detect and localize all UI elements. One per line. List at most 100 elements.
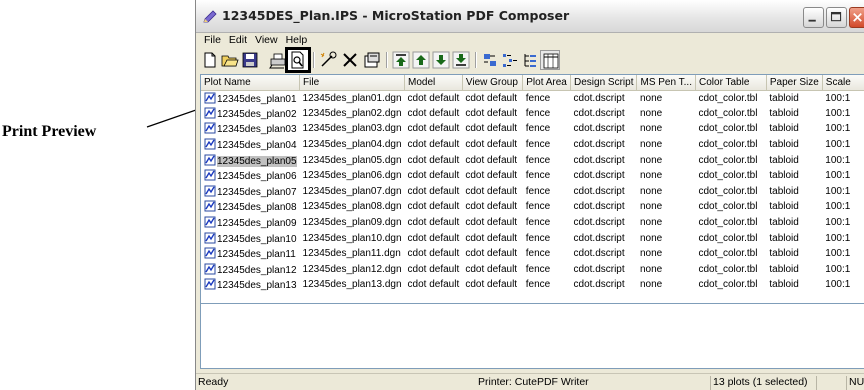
table-cell: cdot default	[465, 123, 518, 135]
move-down-button[interactable]	[431, 50, 451, 70]
table-cell: cdot.dscript	[573, 263, 625, 275]
column-header[interactable]: Model	[404, 75, 463, 91]
column-header[interactable]: Paper Size	[766, 75, 823, 91]
add-plots-button[interactable]	[318, 50, 338, 70]
table-row[interactable]: 12345des_plan01 12345des_plan01.dgn cdot d…	[201, 90, 864, 106]
plot-name-text: 12345des_plan13	[217, 280, 297, 292]
table-cell: cdot default	[407, 232, 460, 244]
close-button[interactable]	[849, 7, 864, 28]
plot-name-text: 12345des_plan03	[217, 124, 297, 136]
table-cell: cdot default	[465, 107, 518, 119]
print-preview-callout-label: Print Preview	[2, 123, 97, 140]
table-cell: cdot default	[465, 92, 518, 104]
table-cell: cdot_color.tbl	[698, 170, 758, 182]
table-row[interactable]: 12345des_plan07 12345des_plan07.dgn cdot d…	[201, 184, 864, 200]
print-preview-button[interactable]	[285, 47, 311, 73]
menu-help[interactable]: Help	[282, 33, 312, 49]
move-top-button[interactable]	[391, 50, 411, 70]
column-header[interactable]: File	[299, 75, 406, 91]
add-plots-icon	[320, 51, 337, 67]
table-row[interactable]: 12345des_plan08 12345des_plan08.dgn cdot d…	[201, 199, 864, 215]
table-cell: fence	[525, 263, 551, 275]
table-row[interactable]: 12345des_plan02 12345des_plan02.dgn cdot d…	[201, 106, 864, 122]
table-cell: fence	[525, 154, 551, 166]
tree-view-button[interactable]	[520, 50, 540, 70]
table-cell: cdot default	[465, 185, 518, 197]
delete-icon	[343, 53, 357, 67]
plot-name-text: 12345des_plan11	[217, 249, 296, 261]
table-cell: none	[639, 170, 663, 182]
move-up-button[interactable]	[411, 50, 431, 70]
minimize-button[interactable]	[803, 7, 824, 28]
output-pane[interactable]	[200, 303, 864, 369]
plot-name-text: 12345des_plan01	[217, 93, 297, 105]
menu-bar: File Edit View Help	[196, 33, 864, 49]
table-cell: cdot.dscript	[573, 154, 625, 166]
table-cell: 100:1	[825, 92, 851, 104]
plot-name-cell: 12345des_plan03	[201, 121, 300, 137]
table-cell: 12345des_plan05.dgn	[302, 154, 402, 166]
table-row[interactable]: 12345des_plan13 12345des_plan13.dgn cdot d…	[201, 277, 864, 293]
table-cell: 100:1	[825, 170, 851, 182]
table-cell: cdot.dscript	[573, 185, 625, 197]
plot-name-text: 12345des_plan09	[217, 218, 297, 230]
table-row[interactable]: 12345des_plan10 12345des_plan10.dgn cdot d…	[201, 230, 864, 246]
plot-file-icon	[204, 122, 216, 134]
table-row[interactable]: 12345des_plan09 12345des_plan09.dgn cdot d…	[201, 215, 864, 231]
menu-edit[interactable]: Edit	[225, 33, 251, 49]
list-view-button[interactable]	[500, 50, 520, 70]
menu-file[interactable]: File	[200, 33, 225, 49]
table-row[interactable]: 12345des_plan04 12345des_plan04.dgn cdot d…	[201, 137, 864, 153]
table-row[interactable]: 12345des_plan11 12345des_plan11.dgn cdot d…	[201, 246, 864, 262]
table-row[interactable]: 12345des_plan03 12345des_plan03.dgn cdot d…	[201, 121, 864, 137]
plot-file-icon	[204, 92, 216, 104]
column-header[interactable]: Scale	[822, 75, 864, 91]
table-cell: none	[639, 154, 663, 166]
table-cell: fence	[525, 92, 551, 104]
table-cell: cdot default	[407, 248, 460, 260]
print-button[interactable]	[268, 50, 288, 70]
column-header[interactable]: Design Script	[570, 75, 638, 91]
plot-name-cell: 12345des_plan12	[201, 262, 300, 278]
plot-name-cell: 12345des_plan01	[201, 90, 300, 106]
menu-view[interactable]: View	[251, 33, 282, 49]
column-header[interactable]: View Group	[462, 75, 524, 91]
table-cell: none	[639, 263, 663, 275]
new-button[interactable]	[200, 50, 220, 70]
large-icons-button[interactable]	[480, 50, 500, 70]
details-view-button[interactable]	[540, 50, 560, 70]
move-bottom-button[interactable]	[451, 50, 471, 70]
title-bar[interactable]: 12345DES_Plan.IPS - MicroStation PDF Com…	[196, 0, 864, 33]
table-cell: tabloid	[769, 154, 799, 166]
toolbar	[196, 47, 864, 73]
table-row[interactable]: 12345des_plan05 12345des_plan05.dgn cdot d…	[201, 152, 864, 168]
delete-button[interactable]	[340, 50, 360, 70]
column-header[interactable]: MS Pen T...	[636, 75, 696, 91]
pencil-app-icon	[203, 10, 217, 23]
toolbar-separator	[313, 52, 315, 68]
plot-name-cell: 12345des_plan05	[201, 152, 300, 168]
maximize-button[interactable]	[826, 7, 847, 28]
table-row[interactable]: 12345des_plan12 12345des_plan12.dgn cdot d…	[201, 262, 864, 278]
table-cell: cdot default	[407, 92, 460, 104]
table-cell: cdot_color.tbl	[698, 185, 758, 197]
move-top-icon	[392, 51, 410, 69]
column-header[interactable]: Plot Area	[522, 75, 572, 91]
column-header[interactable]: Color Table	[695, 75, 767, 91]
table-cell: cdot default	[465, 232, 518, 244]
table-cell: tabloid	[769, 123, 799, 135]
move-up-icon	[412, 51, 430, 69]
plot-name-cell: 12345des_plan11	[201, 246, 300, 262]
table-cell: tabloid	[769, 201, 799, 213]
table-row[interactable]: 12345des_plan06 12345des_plan06.dgn cdot d…	[201, 168, 864, 184]
status-bar: Ready Printer: CutePDF Writer 13 plots (…	[196, 373, 864, 390]
properties-icon	[364, 52, 380, 68]
properties-button[interactable]	[362, 50, 382, 70]
table-cell: none	[639, 279, 663, 291]
print-icon	[269, 53, 286, 69]
save-button[interactable]	[240, 50, 260, 70]
column-header[interactable]: Plot Name	[201, 75, 301, 91]
open-button[interactable]	[220, 50, 240, 70]
table-cell: cdot.dscript	[573, 279, 625, 291]
table-cell: none	[639, 92, 663, 104]
